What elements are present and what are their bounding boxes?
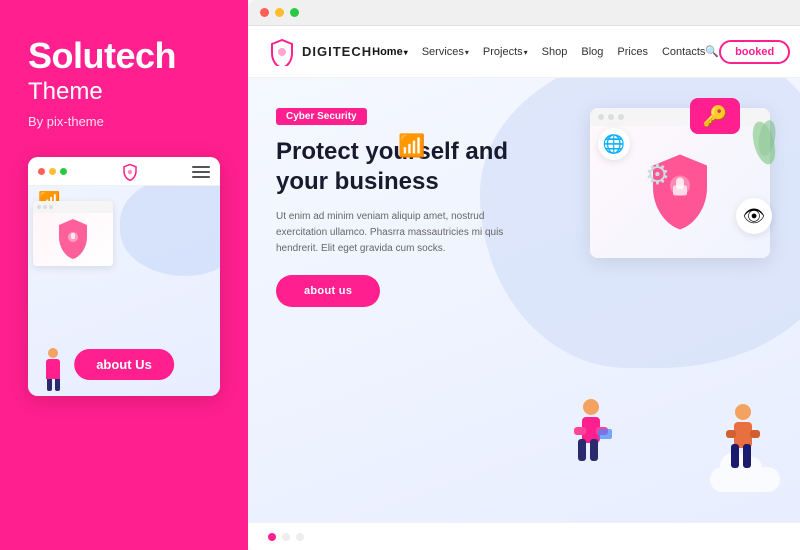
dot-inactive[interactable] — [282, 533, 290, 541]
gear-icon: ⚙ — [645, 158, 670, 191]
key-icon: 🔑 — [690, 98, 740, 134]
hero-section: Cyber Security Protect yourself and your… — [248, 78, 800, 522]
left-panel: Solutech Theme By pix-theme — [0, 0, 248, 550]
person-male-icon — [724, 402, 762, 482]
logo-shield-icon — [121, 163, 139, 181]
about-us-button[interactable]: about us — [276, 275, 380, 307]
nav-contacts[interactable]: Contacts🔍 — [662, 45, 719, 58]
dot-green — [60, 168, 67, 175]
dot-inactive[interactable] — [296, 533, 304, 541]
leaf-decoration — [747, 113, 782, 168]
site-nav: Home▾ Services▾ Projects▾ Shop Blog Pric… — [372, 45, 719, 58]
mobile-browser-window — [33, 201, 113, 266]
cyber-tag: Cyber Security — [276, 108, 367, 125]
mobile-browser-bar — [33, 201, 113, 213]
person-right-hero — [724, 402, 762, 487]
person-body — [46, 359, 60, 379]
shield-icon-mobile — [55, 217, 91, 261]
person-legs — [47, 379, 60, 391]
nav-prices[interactable]: Prices — [617, 46, 648, 58]
hero-body-text: Ut enim ad minim veniam aliquip amet, no… — [276, 209, 516, 257]
mockup-window-dots — [38, 168, 67, 175]
brand-title: Solutech — [28, 36, 176, 76]
bottom-strip — [248, 522, 800, 550]
dot-red — [38, 168, 45, 175]
hero-browser-dot — [608, 114, 614, 120]
hero-browser-bar — [590, 108, 770, 126]
wifi-icon-hero: 📶 — [398, 133, 425, 159]
hamburger-line — [192, 166, 210, 168]
hamburger-line — [192, 171, 210, 173]
person-female-icon — [570, 397, 612, 477]
hero-browser-dot — [618, 114, 624, 120]
chrome-dot-yellow[interactable] — [275, 8, 284, 17]
booked-button[interactable]: booked — [719, 40, 790, 64]
person-leg — [55, 379, 60, 391]
site-logo-text: DIGITECH — [302, 44, 372, 59]
person-head — [48, 348, 58, 358]
dot-yellow — [49, 168, 56, 175]
about-us-button-mobile[interactable]: about Us — [74, 349, 174, 380]
mini-dot — [43, 205, 47, 209]
nav-services[interactable]: Services▾ — [422, 46, 469, 58]
mini-dot — [49, 205, 53, 209]
mobile-blob — [120, 186, 220, 276]
nav-projects[interactable]: Projects▾ — [483, 46, 528, 58]
brand-by: By pix-theme — [28, 114, 104, 129]
globe-icon: 🌐 — [598, 128, 630, 160]
chrome-dot-red[interactable] — [260, 8, 269, 17]
brand-subtitle: Theme — [28, 78, 103, 106]
chrome-dot-green[interactable] — [290, 8, 299, 17]
hamburger-menu[interactable] — [192, 166, 210, 178]
mockup-top-bar — [28, 157, 220, 186]
nav-shop[interactable]: Shop — [542, 46, 568, 58]
pagination-dots — [268, 533, 304, 541]
hamburger-line — [192, 176, 210, 178]
site-logo-icon — [268, 38, 296, 66]
site-header: DIGITECH Home▾ Services▾ Projects▾ Shop … — [248, 26, 800, 78]
nav-home[interactable]: Home▾ — [372, 46, 408, 58]
person-left-hero — [570, 397, 612, 482]
person-figure-mobile — [46, 348, 60, 391]
right-panel: DIGITECH Home▾ Services▾ Projects▾ Shop … — [248, 0, 800, 550]
mobile-mockup: 📶 — [28, 157, 220, 396]
nav-blog[interactable]: Blog — [581, 46, 603, 58]
mockup-logo — [121, 163, 139, 181]
mockup-content: 📶 — [28, 186, 220, 396]
hero-browser-dot — [598, 114, 604, 120]
site-logo: DIGITECH — [268, 38, 372, 66]
mini-dot — [37, 205, 41, 209]
browser-chrome — [248, 0, 800, 26]
eye-icon: 👁 — [736, 198, 772, 234]
mobile-browser-body — [33, 213, 113, 266]
person-leg — [47, 379, 52, 391]
dot-active[interactable] — [268, 533, 276, 541]
